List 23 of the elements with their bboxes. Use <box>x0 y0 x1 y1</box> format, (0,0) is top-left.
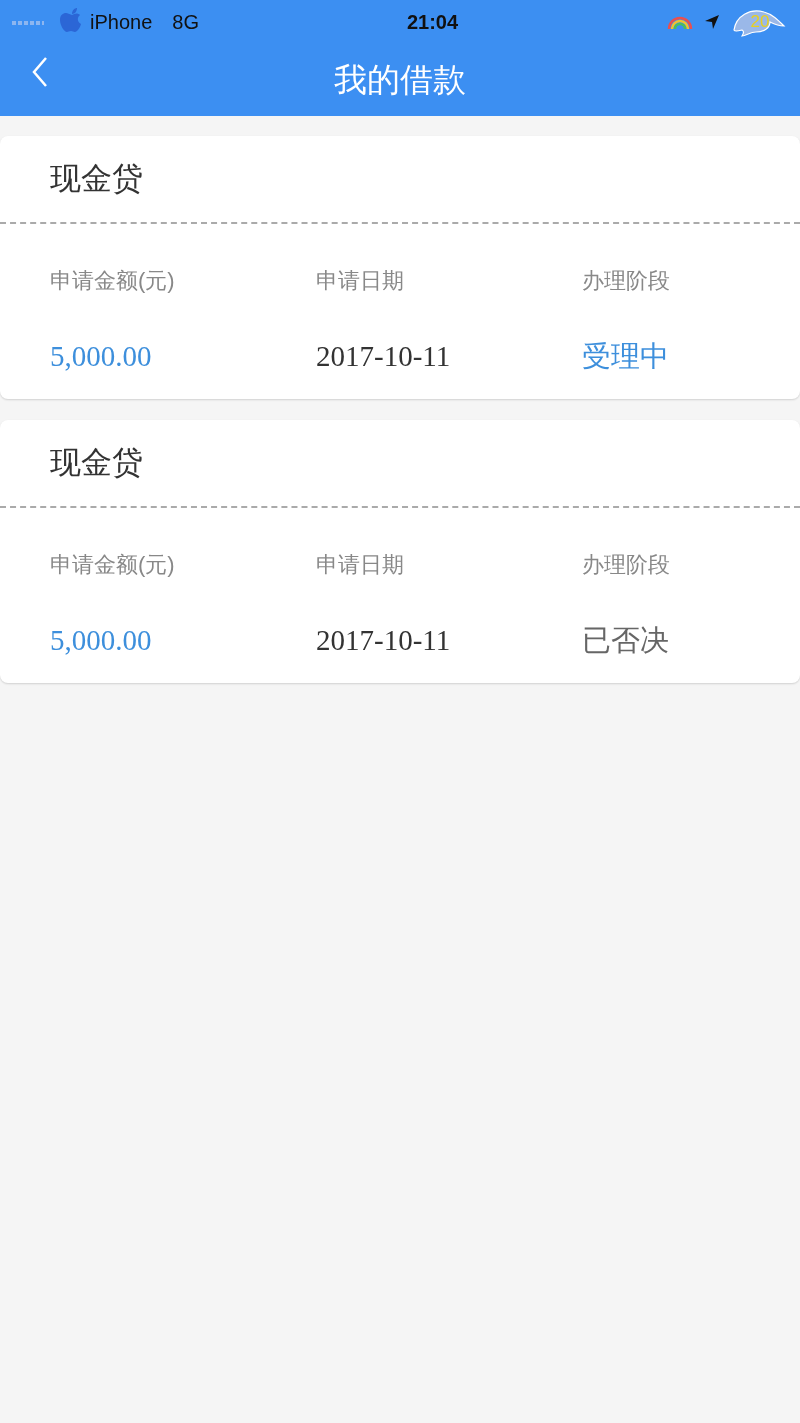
carrier-name: iPhone <box>90 10 153 35</box>
field-label: 申请金额(元) <box>50 267 176 295</box>
field-value: 受理中 <box>582 339 670 374</box>
loan-type: 现金贷 <box>50 443 143 482</box>
field-value: 5,000.00 <box>50 339 153 374</box>
field-label: 申请金额(元) <box>50 551 176 579</box>
field-label: 办理阶段 <box>582 267 671 295</box>
field-label: 办理阶段 <box>582 551 671 579</box>
rainbow-icon <box>666 14 694 30</box>
page-title: 我的借款 <box>334 60 466 101</box>
loan-card[interactable]: 现金贷 申请金额(元) 申请日期 办理阶段 5,000.00 2017-10-11 已否决 <box>0 420 800 683</box>
field-label: 申请日期 <box>316 551 405 579</box>
loan-card[interactable]: 现金贷 申请金额(元) 申请日期 办理阶段 5,000.00 2017-10-11 受理中 <box>0 136 800 399</box>
signal-icon <box>10 18 46 26</box>
field-value: 5,000.00 <box>50 623 153 658</box>
clock-time: 21:04 <box>406 10 459 35</box>
field-value: 2017-10-11 <box>316 623 452 658</box>
field-value: 2017-10-11 <box>316 339 452 374</box>
loan-type: 现金贷 <box>50 159 143 198</box>
field-value: 已否决 <box>582 623 670 658</box>
network-type: 8G <box>172 10 199 35</box>
field-label: 申请日期 <box>316 267 405 295</box>
location-arrow-icon <box>704 14 720 30</box>
